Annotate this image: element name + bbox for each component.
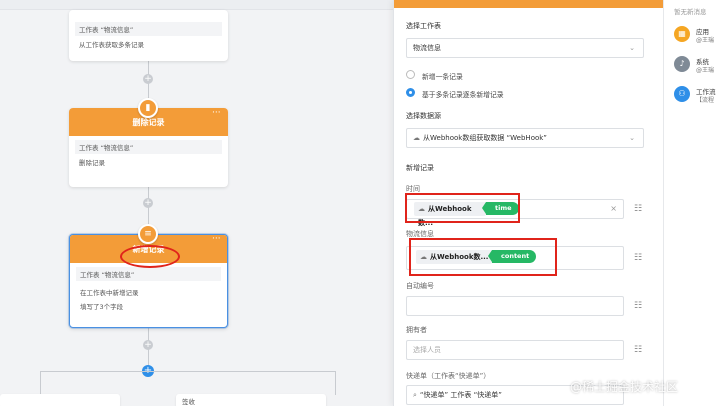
chevron-down-icon: ⌄ xyxy=(629,44,635,52)
radio-single-label: 新增一条记录 xyxy=(422,73,463,81)
add-node-button[interactable]: + xyxy=(143,198,153,208)
notification-sub: @王瑞 xyxy=(696,67,715,74)
field-owner-label: 拥有者 xyxy=(406,326,427,334)
sheet-select[interactable]: 物流信息 ⌄ xyxy=(406,38,644,58)
radio-multi-record[interactable] xyxy=(406,88,415,97)
datasource-select[interactable]: ☁ 从Webhook数组获取数据 “WebHook” ⌄ xyxy=(406,128,644,148)
notification-empty-text: 暂无新消息 xyxy=(674,8,707,16)
branch-node-sign[interactable]: 签收 xyxy=(176,394,326,406)
owner-placeholder: 选择人员 xyxy=(413,346,441,354)
flow-node-get-records[interactable]: 工作表 “物流信息” 从工作表获取多条记录 xyxy=(69,10,228,61)
flow-node-delete-record[interactable]: 删除记录 工作表 “物流信息” 删除记录 xyxy=(69,108,228,187)
add-node-button[interactable]: + xyxy=(143,340,153,350)
node-description: 从工作表获取多条记录 xyxy=(79,41,144,49)
add-row-icon: ≡ xyxy=(138,224,158,244)
annotation-box xyxy=(409,238,557,276)
node-description: 在工作表中新增记录 xyxy=(80,289,139,297)
notification-item[interactable]: ▦ 应用 @王瑞 xyxy=(674,26,720,54)
datasource-label: 选择数据源 xyxy=(406,112,441,120)
canvas-top-strip xyxy=(0,0,393,10)
field-settings-icon[interactable]: ☷ xyxy=(630,342,646,358)
branch-line xyxy=(335,371,336,395)
radio-single-record[interactable] xyxy=(406,70,415,79)
express-value: “快递单” 工作表 “快递单” xyxy=(419,391,502,399)
notification-item[interactable]: ♪ 系统 @王瑞 xyxy=(674,56,720,84)
node-more-menu[interactable]: ··· xyxy=(212,234,221,244)
webhook-icon: ☁ xyxy=(413,134,420,142)
search-icon: ⌕ xyxy=(413,391,417,399)
annotation-box xyxy=(405,193,520,223)
chevron-down-icon: ⌄ xyxy=(629,134,635,142)
field-autonum-label: 自动编号 xyxy=(406,282,434,290)
express-label: 快递单（工作表“快递单”） xyxy=(406,372,491,380)
node-sheet-label: 工作表 “物流信息” xyxy=(76,267,221,281)
flow-icon: ⚇ xyxy=(674,86,690,102)
annotation-circle xyxy=(120,245,180,268)
field-owner-input[interactable]: 选择人员 xyxy=(406,340,624,360)
datasource-value: 从Webhook数组获取数据 “WebHook” xyxy=(423,134,547,142)
field-settings-icon[interactable]: ☷ xyxy=(630,250,646,266)
node-sheet-label: 工作表 “物流信息” xyxy=(75,140,222,154)
field-autonum-input[interactable] xyxy=(406,296,624,316)
sheet-select-value: 物流信息 xyxy=(413,44,441,52)
config-panel: 选择工作表 物流信息 ⌄ 新增一条记录 基于多条记录逐条新增记录 选择数据源 ☁… xyxy=(393,0,664,406)
node-more-menu[interactable]: ··· xyxy=(212,108,221,118)
branch-node-label: 签收 xyxy=(182,398,195,406)
notification-panel: 暂无新消息 ▦ 应用 @王瑞 ♪ 系统 @王瑞 ⚇ 工作流 【流程 xyxy=(663,0,720,406)
clear-icon[interactable]: × xyxy=(610,200,617,218)
notification-item[interactable]: ⚇ 工作流 【流程 xyxy=(674,86,720,114)
notification-sub: @王瑞 xyxy=(696,37,715,44)
node-sheet-label: 工作表 “物流信息” xyxy=(75,22,222,36)
watermark-text: @稀土掘金技术社区 xyxy=(570,380,679,394)
field-settings-icon[interactable]: ☷ xyxy=(630,201,646,217)
radio-multi-label: 基于多条记录逐条新增记录 xyxy=(422,91,504,99)
workflow-canvas[interactable]: 工作表 “物流信息” 从工作表获取多条记录 + 删除记录 工作表 “物流信息” … xyxy=(0,0,393,406)
notification-sub: 【流程 xyxy=(696,97,715,104)
branch-line xyxy=(40,371,335,372)
select-sheet-label: 选择工作表 xyxy=(406,22,441,30)
field-settings-icon[interactable]: ☷ xyxy=(630,298,646,314)
node-field-count: 填写了3个字段 xyxy=(80,303,124,311)
bell-icon: ♪ xyxy=(674,56,690,72)
node-title: 删除记录 xyxy=(132,118,165,127)
new-record-label: 新增记录 xyxy=(406,164,434,172)
node-description: 删除记录 xyxy=(79,159,105,167)
branch-line xyxy=(40,371,41,395)
add-node-button[interactable]: + xyxy=(143,74,153,84)
branch-node-left[interactable] xyxy=(0,394,120,406)
grid-icon: ▦ xyxy=(674,26,690,42)
panel-header-bar xyxy=(394,0,664,8)
trash-icon: ▮ xyxy=(138,98,158,118)
